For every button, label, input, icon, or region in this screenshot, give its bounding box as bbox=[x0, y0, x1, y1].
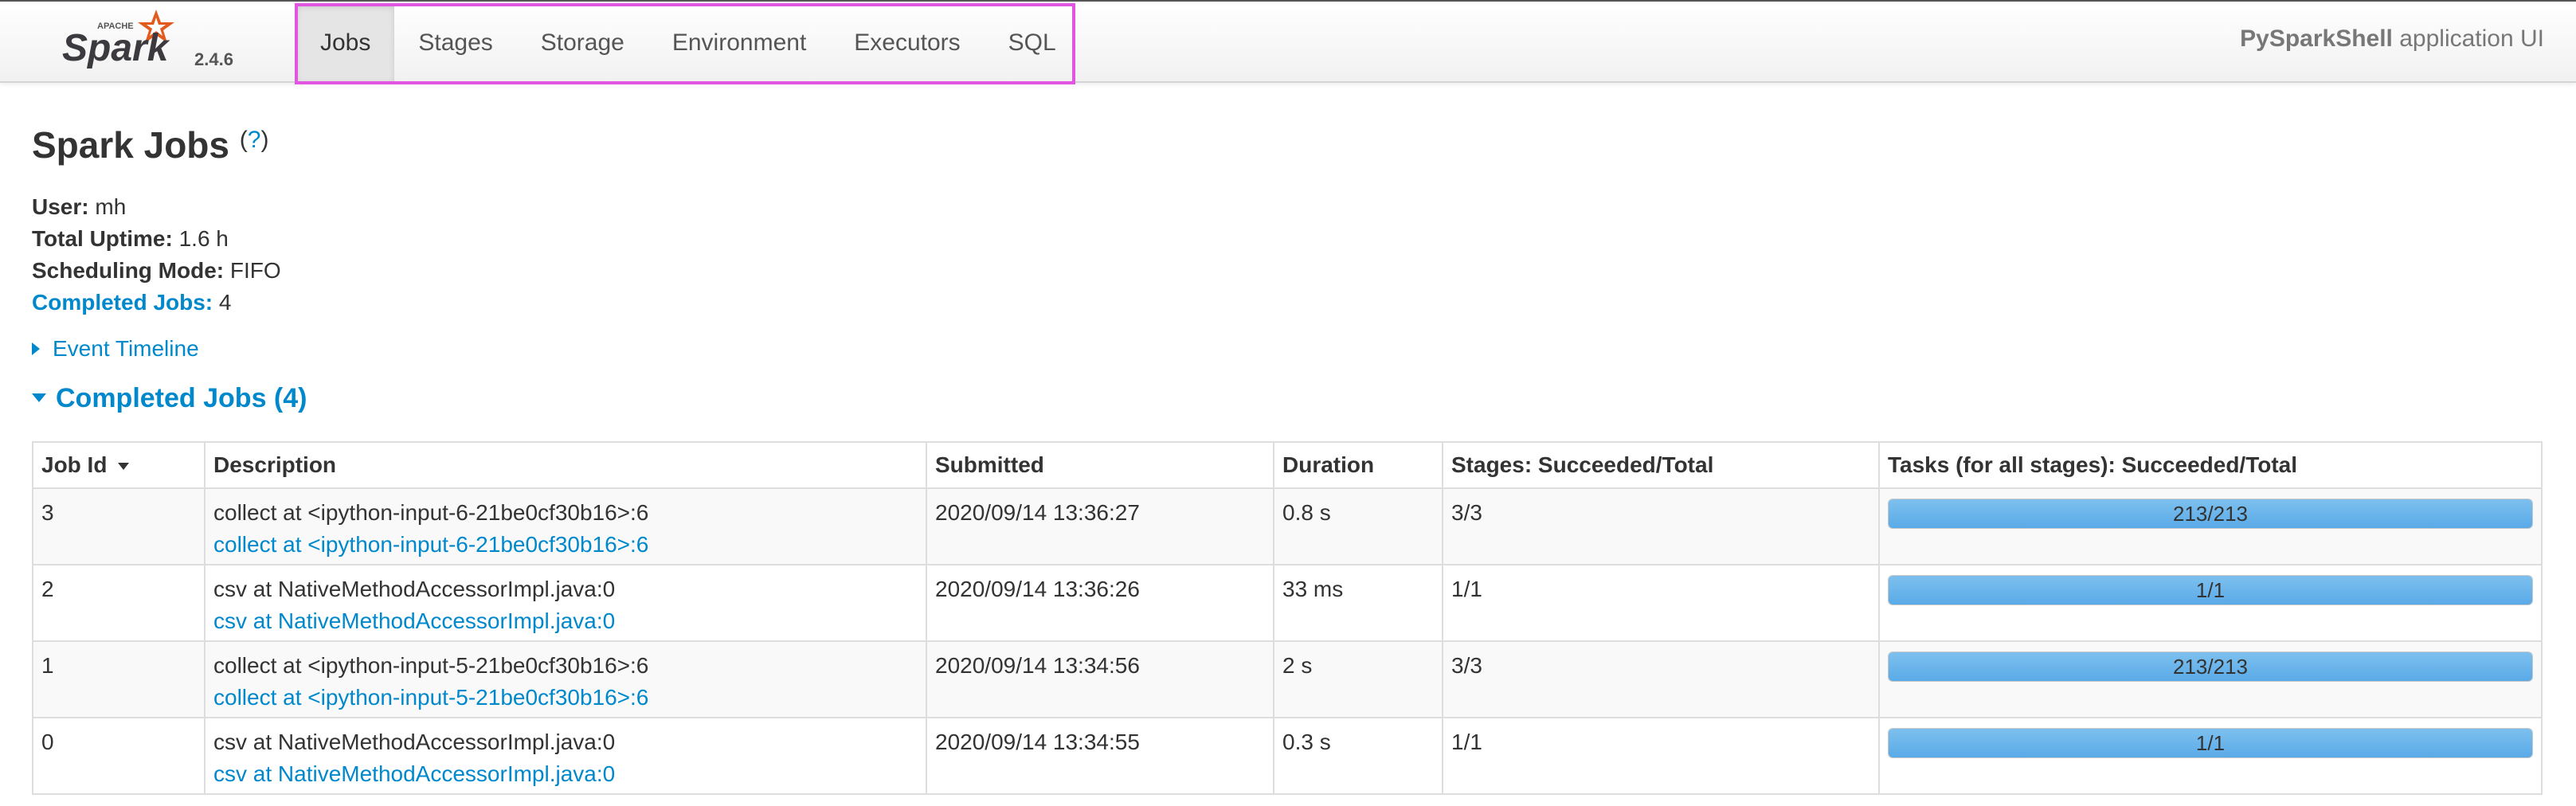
app-name-suffix: application UI bbox=[2392, 25, 2544, 52]
summary-scheduling-mode: Scheduling Mode: FIFO bbox=[32, 255, 2541, 287]
tasks-progress-bar: 1/1 bbox=[1888, 728, 2533, 758]
tab-executors[interactable]: Executors bbox=[830, 5, 984, 81]
tasks-cell: 1/1 bbox=[1878, 717, 2543, 795]
caret-right-icon bbox=[32, 342, 40, 355]
stages-cell: 1/1 bbox=[1442, 717, 1880, 795]
description-cell: csv at NativeMethodAccessorImpl.java:0 cs… bbox=[204, 564, 927, 642]
completed-jobs-title: Completed Jobs (4) bbox=[56, 383, 307, 413]
job-description: collect at <ipython-input-5-21be0cf30b16… bbox=[213, 653, 649, 678]
stages-cell: 3/3 bbox=[1442, 640, 1880, 718]
spark-version: 2.4.6 bbox=[194, 49, 233, 69]
job-detail-link[interactable]: collect at <ipython-input-6-21be0cf30b16… bbox=[213, 529, 918, 561]
summary-list: User: mh Total Uptime: 1.6 h Scheduling … bbox=[32, 191, 2541, 319]
job-id-cell: 1 bbox=[32, 640, 206, 718]
tasks-cell: 213/213 bbox=[1878, 640, 2543, 718]
table-row: 2 csv at NativeMethodAccessorImpl.java:0 c… bbox=[32, 564, 2543, 642]
header-submitted[interactable]: Submitted bbox=[926, 441, 1274, 489]
duration-cell: 0.3 s bbox=[1273, 717, 1443, 795]
summary-uptime-label: Total Uptime: bbox=[32, 226, 173, 251]
tab-storage[interactable]: Storage bbox=[517, 5, 648, 81]
table-header-row: Job Id Description Submitted Duration St… bbox=[32, 441, 2543, 489]
job-detail-link[interactable]: collect at <ipython-input-5-21be0cf30b16… bbox=[213, 682, 918, 714]
application-name: PySparkShell application UI bbox=[2240, 25, 2544, 53]
tab-environment[interactable]: Environment bbox=[648, 5, 830, 81]
job-id-cell: 2 bbox=[32, 564, 206, 642]
job-description: collect at <ipython-input-6-21be0cf30b16… bbox=[213, 500, 649, 525]
spark-logo[interactable]: APACHE Spark 2.4.6 bbox=[62, 6, 253, 80]
tasks-cell: 213/213 bbox=[1878, 487, 2543, 565]
job-id-cell: 3 bbox=[32, 487, 206, 565]
header-job-id[interactable]: Job Id bbox=[32, 441, 206, 489]
table-row: 0 csv at NativeMethodAccessorImpl.java:0 c… bbox=[32, 717, 2543, 795]
help-link[interactable]: ? bbox=[248, 127, 261, 153]
main-content: Spark Jobs (?) User: mh Total Uptime: 1.… bbox=[32, 119, 2541, 417]
tab-sql[interactable]: SQL bbox=[985, 5, 1080, 81]
summary-uptime-value: 1.6 h bbox=[172, 226, 229, 251]
summary-mode-value: FIFO bbox=[224, 258, 281, 283]
help-tooltip[interactable]: (?) bbox=[240, 127, 269, 153]
tasks-progress-label: 1/1 bbox=[2195, 731, 2226, 755]
stages-cell: 3/3 bbox=[1442, 487, 1880, 565]
page-title-text: Spark Jobs bbox=[32, 124, 229, 166]
table-row: 1 collect at <ipython-input-5-21be0cf30b1… bbox=[32, 640, 2543, 718]
completed-jobs-toggle[interactable]: Completed Jobs (4) bbox=[32, 379, 2541, 417]
header-stages[interactable]: Stages: Succeeded/Total bbox=[1442, 441, 1880, 489]
job-id-cell: 0 bbox=[32, 717, 206, 795]
header-job-id-label: Job Id bbox=[41, 452, 108, 477]
job-description: csv at NativeMethodAccessorImpl.java:0 bbox=[213, 730, 616, 754]
nav-tabs: Jobs Stages Storage Environment Executor… bbox=[296, 5, 1080, 84]
description-cell: collect at <ipython-input-5-21be0cf30b16… bbox=[204, 640, 927, 718]
duration-cell: 2 s bbox=[1273, 640, 1443, 718]
job-description: csv at NativeMethodAccessorImpl.java:0 bbox=[213, 577, 616, 601]
tasks-progress-bar: 213/213 bbox=[1888, 499, 2533, 529]
submitted-cell: 2020/09/14 13:34:56 bbox=[926, 640, 1274, 718]
job-detail-link[interactable]: csv at NativeMethodAccessorImpl.java:0 bbox=[213, 758, 918, 790]
caret-down-icon bbox=[32, 393, 46, 402]
duration-cell: 0.8 s bbox=[1273, 487, 1443, 565]
header-duration[interactable]: Duration bbox=[1273, 441, 1443, 489]
description-cell: collect at <ipython-input-6-21be0cf30b16… bbox=[204, 487, 927, 565]
tab-stages[interactable]: Stages bbox=[394, 5, 516, 81]
duration-cell: 33 ms bbox=[1273, 564, 1443, 642]
summary-uptime: Total Uptime: 1.6 h bbox=[32, 223, 2541, 255]
tab-jobs[interactable]: Jobs bbox=[296, 5, 395, 81]
summary-mode-label: Scheduling Mode: bbox=[32, 258, 225, 283]
table-row: 3 collect at <ipython-input-6-21be0cf30b1… bbox=[32, 487, 2543, 565]
completed-jobs-link[interactable]: Completed Jobs: bbox=[32, 290, 213, 315]
header-description[interactable]: Description bbox=[204, 441, 927, 489]
tasks-progress-label: 213/213 bbox=[2173, 655, 2248, 679]
submitted-cell: 2020/09/14 13:34:55 bbox=[926, 717, 1274, 795]
submitted-cell: 2020/09/14 13:36:27 bbox=[926, 487, 1274, 565]
top-navbar: APACHE Spark 2.4.6 Jobs Stages Storage E… bbox=[0, 0, 2576, 84]
tasks-progress-label: 213/213 bbox=[2173, 502, 2248, 526]
tasks-cell: 1/1 bbox=[1878, 564, 2543, 642]
summary-user-label: User: bbox=[32, 194, 89, 219]
app-name-bold: PySparkShell bbox=[2240, 25, 2393, 52]
event-timeline-label: Event Timeline bbox=[53, 336, 199, 361]
submitted-cell: 2020/09/14 13:36:26 bbox=[926, 564, 1274, 642]
sort-desc-icon bbox=[118, 463, 130, 471]
job-detail-link[interactable]: csv at NativeMethodAccessorImpl.java:0 bbox=[213, 605, 918, 637]
page-title: Spark Jobs (?) bbox=[32, 119, 2541, 170]
summary-user: User: mh bbox=[32, 191, 2541, 223]
logo-spark-text: Spark bbox=[62, 27, 170, 69]
tasks-progress-label: 1/1 bbox=[2195, 578, 2226, 602]
description-cell: csv at NativeMethodAccessorImpl.java:0 cs… bbox=[204, 717, 927, 795]
stages-cell: 1/1 bbox=[1442, 564, 1880, 642]
tasks-progress-bar: 1/1 bbox=[1888, 575, 2533, 605]
tasks-progress-bar: 213/213 bbox=[1888, 651, 2533, 682]
header-tasks[interactable]: Tasks (for all stages): Succeeded/Total bbox=[1878, 441, 2543, 489]
summary-completed-jobs: Completed Jobs: 4 bbox=[32, 287, 2541, 319]
summary-completed-value: 4 bbox=[213, 290, 232, 315]
event-timeline-toggle[interactable]: Event Timeline bbox=[32, 333, 2541, 365]
completed-jobs-table: Job Id Description Submitted Duration St… bbox=[32, 441, 2543, 795]
summary-user-value: mh bbox=[88, 194, 127, 219]
